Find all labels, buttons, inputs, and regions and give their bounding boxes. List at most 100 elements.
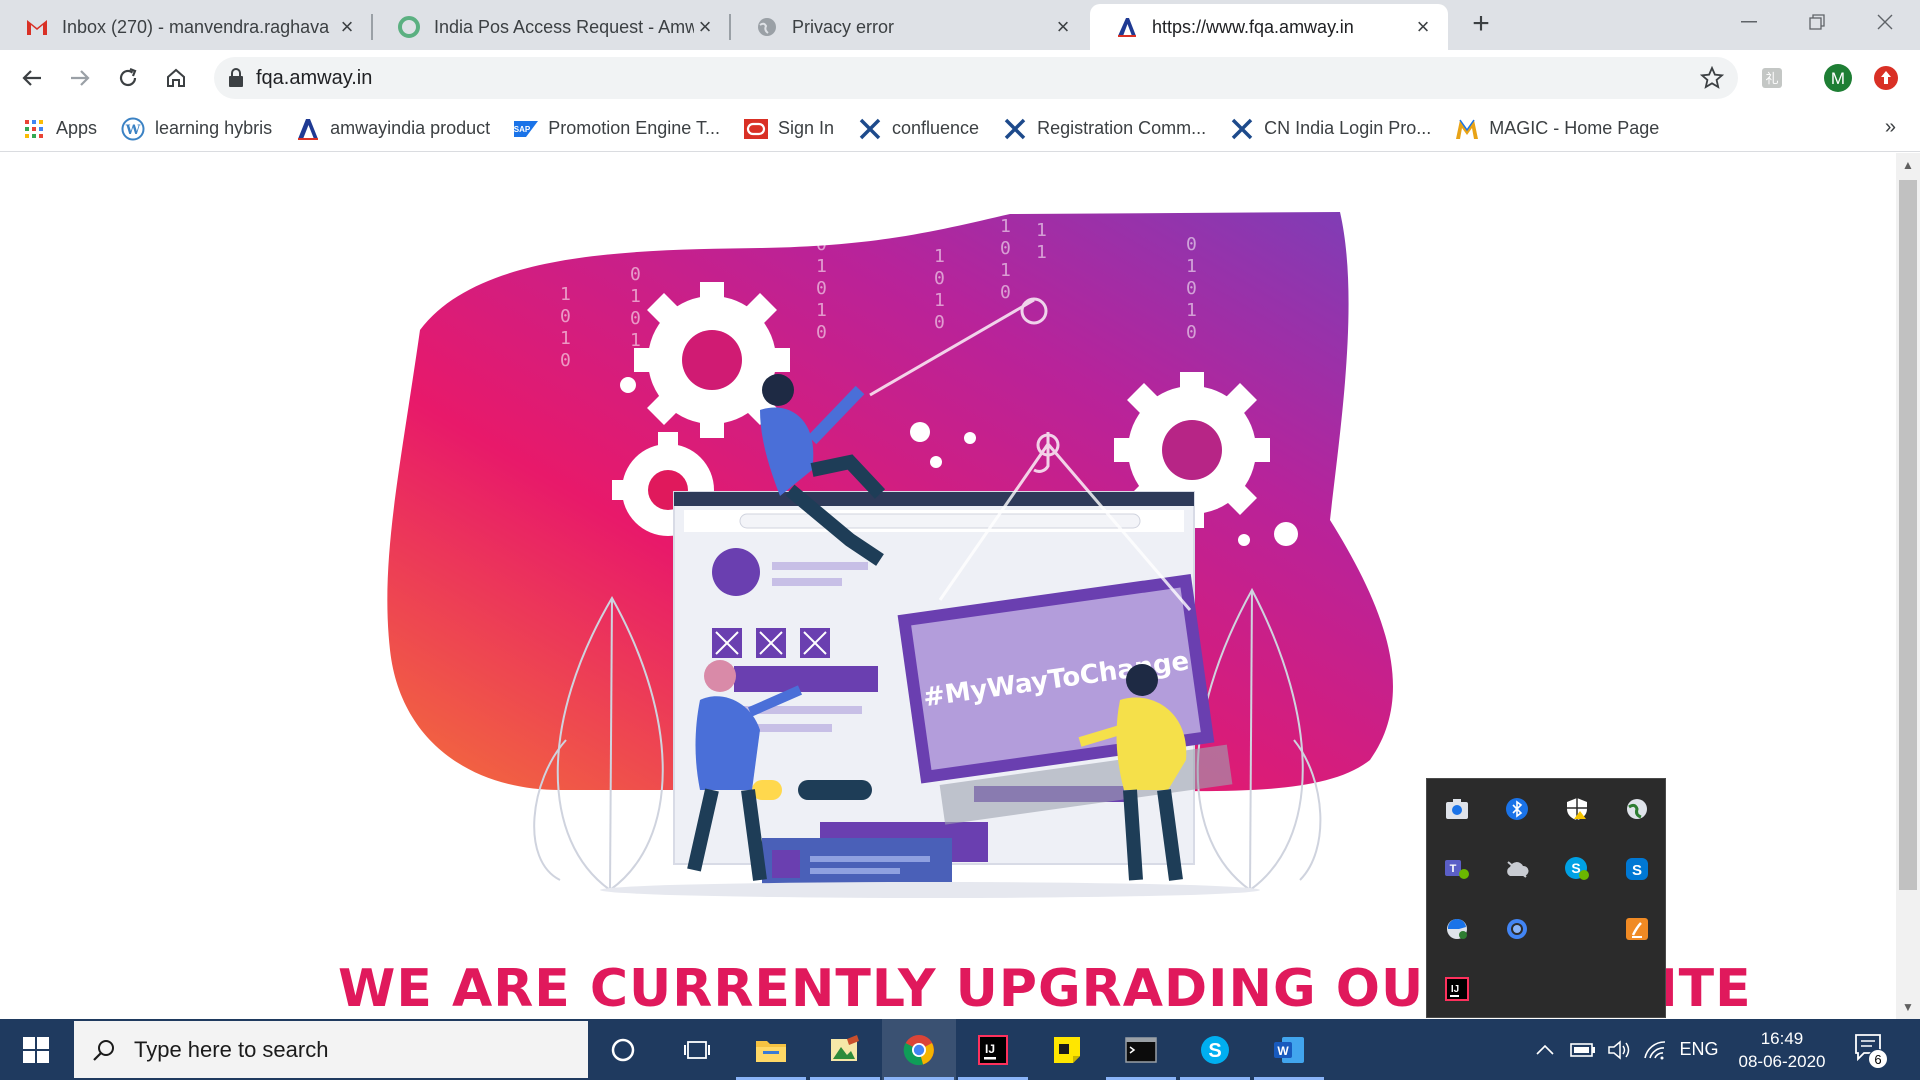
bookmark-promotion-engine[interactable]: SAP Promotion Engine T... [514, 117, 720, 141]
reload-button[interactable] [112, 62, 144, 94]
bookmark-apps[interactable]: Apps [22, 117, 97, 141]
wifi-icon[interactable] [1640, 1019, 1670, 1080]
file-explorer-icon[interactable] [734, 1019, 808, 1080]
start-button[interactable] [0, 1019, 72, 1080]
svg-text:0: 0 [1000, 238, 1011, 259]
svg-text:礼: 礼 [1765, 71, 1778, 87]
address-bar[interactable]: fqa.amway.in [214, 57, 1738, 99]
bookmark-registration[interactable]: Registration Comm... [1003, 117, 1206, 141]
tab-privacy-error[interactable]: Privacy error × [730, 4, 1088, 50]
volume-icon[interactable] [1604, 1019, 1634, 1080]
update-icon[interactable] [1870, 62, 1902, 94]
search-icon [93, 1039, 114, 1061]
bookmark-cn-india-login[interactable]: CN India Login Pro... [1230, 117, 1431, 141]
svg-text:W: W [1277, 1044, 1289, 1058]
close-icon[interactable]: × [1052, 16, 1074, 38]
new-tab-button[interactable]: + [1466, 9, 1496, 40]
extension-icon[interactable]: 礼 [1756, 62, 1788, 94]
svg-text:W: W [125, 123, 141, 138]
task-view-icon[interactable] [660, 1019, 734, 1080]
battery-icon[interactable] [1568, 1019, 1598, 1080]
reload-icon [119, 67, 137, 87]
taskbar-search-input[interactable]: Type here to search [74, 1021, 588, 1078]
arrow-left-icon [22, 70, 41, 86]
arrow-right-icon [71, 70, 90, 86]
close-icon[interactable]: × [694, 16, 716, 38]
svg-text:1: 1 [934, 246, 945, 267]
cortana-icon[interactable] [586, 1019, 660, 1080]
skype-icon[interactable]: S [1178, 1019, 1252, 1080]
globe-sync-icon[interactable] [1621, 793, 1653, 825]
svg-text:1: 1 [560, 284, 571, 305]
lock-icon [229, 68, 243, 87]
intellij-icon[interactable]: IJ [956, 1019, 1030, 1080]
forward-button[interactable] [64, 62, 96, 94]
bookmark-magic-home[interactable]: MAGIC - Home Page [1455, 117, 1659, 141]
tab-title: Privacy error [792, 16, 895, 37]
action-center-button[interactable]: 6 [1854, 1033, 1888, 1069]
bookmark-label: confluence [892, 118, 980, 138]
bookmark-sign-in[interactable]: Sign In [743, 117, 834, 141]
minimize-button[interactable] [1714, 0, 1784, 44]
close-icon[interactable]: × [1412, 16, 1434, 38]
tab-title: https://www.fqa.amway.in [1152, 16, 1354, 37]
search-placeholder: Type here to search [134, 1036, 329, 1062]
scroll-up-arrow-icon[interactable]: ▲ [1900, 158, 1916, 174]
close-window-button[interactable] [1850, 0, 1920, 44]
word-icon[interactable]: W [1252, 1019, 1326, 1080]
hashtag-sign: #MyWayToChange [897, 573, 1233, 825]
image-editor-icon[interactable] [808, 1019, 882, 1080]
skype-business-icon[interactable]: S [1561, 853, 1593, 885]
scroll-down-arrow-icon[interactable]: ▼ [1900, 1000, 1916, 1016]
sticky-notes-icon[interactable] [1030, 1019, 1104, 1080]
skype-icon[interactable]: S [1621, 853, 1653, 885]
notification-count-badge: 6 [1868, 1049, 1888, 1069]
java-update-icon[interactable] [1621, 913, 1653, 945]
terminal-icon[interactable] [1104, 1019, 1178, 1080]
bookmarks-overflow-button[interactable]: » [1885, 116, 1896, 139]
profile-avatar[interactable]: M [1822, 62, 1854, 94]
chrome-icon[interactable] [882, 1019, 956, 1080]
home-button[interactable] [160, 62, 192, 94]
chrome-remote-icon[interactable] [1501, 913, 1533, 945]
tab-amway-active[interactable]: https://www.fqa.amway.in × [1090, 4, 1448, 50]
intellij-icon[interactable]: IJ [1441, 973, 1473, 1005]
bookmark-star-icon[interactable] [1699, 65, 1725, 95]
svg-text:0: 0 [1186, 322, 1197, 343]
system-clock[interactable]: 16:49 08-06-2020 [1730, 1027, 1834, 1073]
bookmark-amwayindia-product[interactable]: amwayindia product [296, 117, 490, 141]
edge-sync-icon[interactable] [1441, 913, 1473, 945]
teams-icon[interactable]: T [1441, 853, 1473, 885]
svg-text:1: 1 [1186, 300, 1197, 321]
close-icon[interactable]: × [336, 16, 358, 38]
svg-text:0: 0 [816, 322, 827, 343]
tab-title: India Pos Access Request - Amwa [434, 16, 694, 37]
security-shield-icon[interactable] [1561, 793, 1593, 825]
magic-m-icon [1455, 117, 1479, 141]
globe-icon [756, 16, 778, 38]
back-button[interactable] [16, 62, 48, 94]
svg-text:1: 1 [816, 256, 827, 277]
restore-button[interactable] [1782, 0, 1852, 44]
onedrive-icon[interactable] [1501, 853, 1533, 885]
bluetooth-icon[interactable] [1501, 793, 1533, 825]
tab-gmail[interactable]: Inbox (270) - manvendra.raghava × [0, 4, 372, 50]
oracle-icon [743, 117, 768, 141]
bookmark-label: Sign In [777, 118, 834, 138]
bookmark-label: amwayindia product [330, 118, 491, 138]
svg-text:T: T [1450, 863, 1457, 875]
show-hidden-icons-chevron-icon[interactable] [1532, 1019, 1558, 1080]
svg-text:0: 0 [934, 312, 945, 333]
bookmark-confluence[interactable]: confluence [858, 117, 979, 141]
tab-india-pos[interactable]: India Pos Access Request - Amwa × [372, 4, 730, 50]
scrollbar-thumb[interactable] [1899, 180, 1917, 890]
camera-app-icon[interactable] [1441, 793, 1473, 825]
bookmark-label: Apps [56, 118, 98, 138]
bookmark-label: Promotion Engine T... [548, 118, 720, 138]
language-indicator[interactable]: ENG [1676, 1019, 1722, 1080]
sap-icon: SAP [514, 117, 539, 141]
bookmark-label: learning hybris [155, 118, 273, 138]
tab-title: Inbox (270) - manvendra.raghava [62, 16, 330, 37]
bookmark-learning-hybris[interactable]: W learning hybris [121, 117, 272, 141]
home-icon [167, 68, 185, 87]
